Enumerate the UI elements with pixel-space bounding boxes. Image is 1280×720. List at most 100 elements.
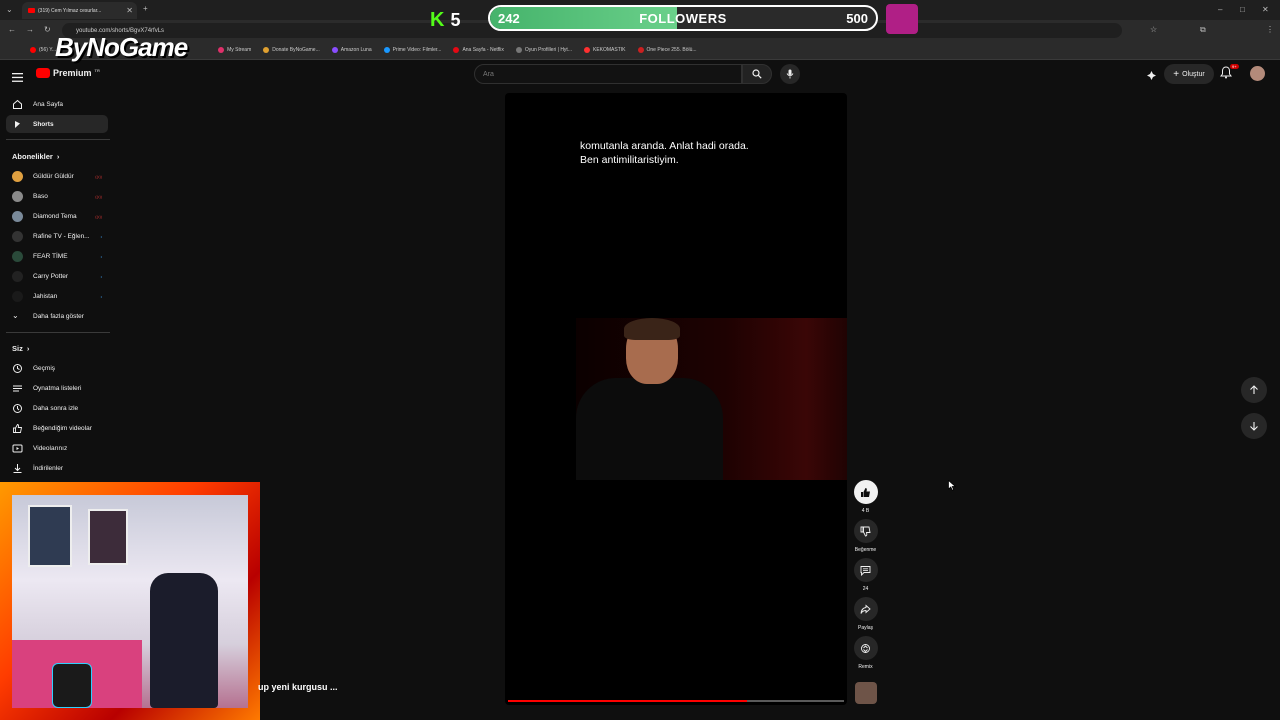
back-icon[interactable]: ←: [8, 25, 16, 34]
sidebar-item-liked[interactable]: Beğendiğim videolar: [6, 419, 108, 437]
streamer-logo: ByNoGame: [55, 32, 188, 62]
bookmark-label: Amazon Luna: [340, 46, 372, 53]
tab-title: (319) Cem Yılmaz cesurlar...: [38, 7, 102, 14]
create-button[interactable]: + Oluştur: [1164, 64, 1214, 84]
you-heading[interactable]: Siz ›: [12, 344, 29, 353]
video-progress-fill: [508, 700, 747, 702]
your-videos-icon: [12, 444, 23, 452]
sidebar-item-label: Diamond Tema: [33, 212, 77, 220]
account-avatar[interactable]: [1250, 66, 1265, 81]
bookmark-star-icon[interactable]: ☆: [1150, 25, 1157, 34]
channel-avatar: [12, 190, 23, 202]
tab-close-icon[interactable]: ✕: [126, 6, 133, 15]
youtube-premium-logo[interactable]: Premium TR: [36, 68, 100, 78]
sidebar-item-subscription[interactable]: Baso ((•)): [6, 187, 108, 205]
new-content-dot-icon: •: [100, 293, 102, 299]
sidebar-item-label: Güldür Güldür: [33, 172, 74, 180]
cast-icon[interactable]: [1146, 68, 1157, 86]
kick-counter: K 5: [430, 8, 466, 32]
arrow-up-icon: [1250, 385, 1258, 394]
voice-search-button[interactable]: [780, 64, 800, 84]
extensions-icon[interactable]: ⧉: [1200, 25, 1206, 35]
bookmark-item[interactable]: One Piece 255. Bölü...: [637, 46, 697, 53]
hamburger-menu-icon[interactable]: [12, 69, 23, 87]
bookmark-item[interactable]: KEKOMASTIK: [584, 46, 626, 53]
bookmark-label: Ana Sayfa - Netflix: [462, 46, 504, 53]
sidebar-divider: [6, 332, 110, 333]
sidebar-item-label: Daha fazla göster: [33, 312, 84, 320]
sidebar-item-label: Beğendiğim videolar: [33, 424, 92, 432]
sidebar-item-label: Rafine TV - Eğlen...: [33, 232, 90, 240]
share-icon: [853, 597, 878, 621]
bookmark-item[interactable]: Donate ByNoGame...: [263, 46, 320, 53]
sidebar-item-subscription[interactable]: FEAR TİME •: [6, 247, 108, 265]
channel-thumbnail[interactable]: [855, 682, 877, 704]
browser-tab-active[interactable]: (319) Cem Yılmaz cesurlar... ✕: [22, 2, 137, 19]
sidebar-item-subscription[interactable]: Jahistan •: [6, 287, 108, 305]
bookmark-favicon-icon: [263, 46, 270, 53]
followers-current: 242: [498, 11, 520, 26]
bookmark-label: Donate ByNoGame...: [272, 46, 320, 53]
dislike-label: Beğenme: [854, 547, 877, 553]
bookmark-item[interactable]: (56) Y...: [30, 46, 56, 53]
close-window-icon[interactable]: ✕: [1262, 5, 1269, 14]
short-title: up yeni kurgusu ...: [258, 682, 338, 692]
video-progress-bar[interactable]: [508, 700, 844, 702]
shorts-icon: [15, 120, 20, 128]
comments-button[interactable]: 24: [852, 558, 879, 592]
sidebar-item-subscription[interactable]: Güldür Güldür ((•)): [6, 167, 108, 185]
share-button[interactable]: Paylaş: [852, 597, 879, 631]
bookmark-item[interactable]: Prime Video: Filmler...: [383, 46, 441, 53]
channel-avatar: [12, 270, 23, 282]
next-short-button[interactable]: [1241, 413, 1267, 439]
reload-icon[interactable]: ↻: [44, 25, 51, 34]
sidebar-item-home[interactable]: Ana Sayfa: [6, 95, 108, 113]
maximize-icon[interactable]: □: [1240, 5, 1245, 14]
history-icon: [13, 363, 22, 373]
search-input[interactable]: Ara: [474, 64, 742, 84]
new-tab-icon[interactable]: +: [143, 4, 148, 13]
bookmark-item[interactable]: Oyun Profilleri | Hyt...: [515, 46, 572, 53]
youtube-logo-icon: [36, 68, 50, 78]
subscriptions-heading-label: Abonelikler: [12, 152, 53, 161]
forward-icon[interactable]: →: [26, 25, 34, 34]
sidebar-item-history[interactable]: Geçmiş: [6, 359, 108, 377]
channel-avatar: [12, 230, 23, 242]
sidebar-item-watch-later[interactable]: Daha sonra izle: [6, 399, 108, 417]
subscriptions-heading[interactable]: Abonelikler ›: [12, 152, 59, 161]
sidebar-item-show-more[interactable]: ⌄ Daha fazla göster: [6, 307, 108, 325]
sidebar-item-downloads[interactable]: İndirilenler: [6, 459, 108, 477]
tab-list-icon[interactable]: ⌄: [6, 5, 13, 14]
sidebar-item-shorts[interactable]: Shorts: [6, 115, 108, 133]
channel-avatar: [12, 290, 23, 302]
live-indicator-icon: ((•)): [95, 213, 102, 219]
followers-goal: 500: [846, 11, 868, 26]
bookmark-favicon-icon: [515, 46, 522, 53]
channel-avatar: [12, 250, 23, 262]
previous-short-button[interactable]: [1241, 377, 1267, 403]
browser-menu-icon[interactable]: ⋮: [1266, 25, 1274, 34]
rgb-lamp: [52, 663, 92, 708]
sidebar-item-subscription[interactable]: Diamond Tema ((•)): [6, 207, 108, 225]
home-icon: [13, 99, 22, 109]
sidebar-item-subscription[interactable]: Carry Potter •: [6, 267, 108, 285]
like-button[interactable]: 4 B: [852, 480, 879, 514]
followers-label: FOLLOWERS: [639, 11, 727, 26]
thumbs-up-icon: [853, 480, 878, 504]
remix-label: Remix: [858, 664, 873, 670]
bookmark-item[interactable]: Ana Sayfa - Netflix: [453, 46, 504, 53]
remix-button[interactable]: Remix: [852, 636, 879, 670]
minimize-icon[interactable]: –: [1218, 5, 1222, 14]
channel-avatar: [12, 170, 23, 182]
remix-icon: [853, 636, 878, 660]
sidebar-item-your-videos[interactable]: Videolarınız: [6, 439, 108, 457]
search-button[interactable]: [742, 64, 772, 84]
bookmark-item[interactable]: Amazon Luna: [331, 46, 372, 53]
sidebar-item-subscription[interactable]: Rafine TV - Eğlen... •: [6, 227, 108, 245]
sidebar-item-label: Jahistan: [33, 292, 58, 300]
sidebar-item-playlists[interactable]: Oynatma listeleri: [6, 379, 108, 397]
watch-later-icon: [13, 403, 22, 413]
sidebar-item-label: Daha sonra izle: [33, 404, 79, 412]
dislike-button[interactable]: Beğenme: [852, 519, 879, 553]
shorts-video-player[interactable]: komutanla aranda. Anlat hadi orada. Ben …: [505, 93, 847, 705]
